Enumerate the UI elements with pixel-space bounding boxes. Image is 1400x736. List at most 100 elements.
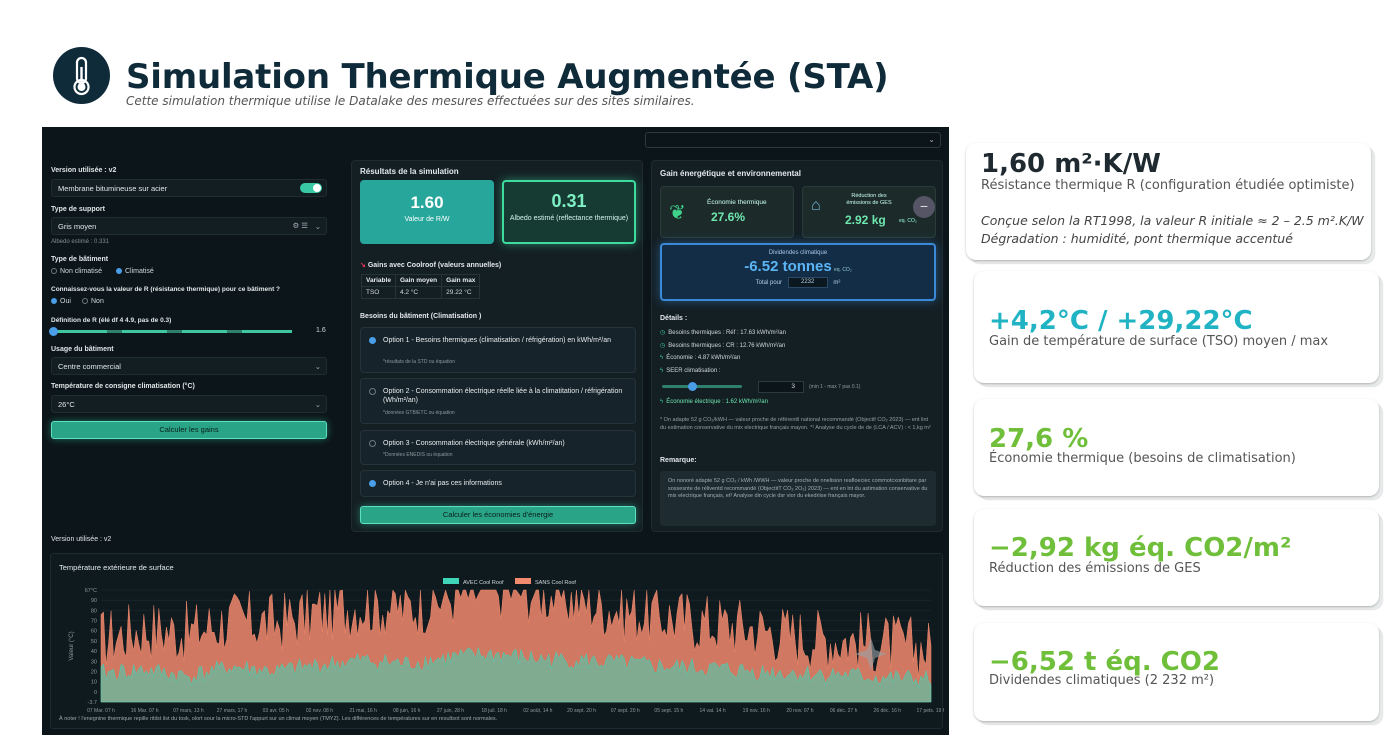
remark-box: On nonoré adapte 52 g CO₂ / kWh /WWH — v… (660, 471, 936, 526)
r-slider[interactable] (49, 327, 292, 336)
x-tick-label: 20 sept. 20 h (567, 708, 596, 714)
x-tick-label: 21 mai, 16 h (349, 708, 377, 714)
option-label: Option 3 - Consommation électrique génér… (383, 440, 565, 447)
gains-title-text: Gains avec Coolroof (valeurs annuelles) (367, 262, 502, 269)
support-select[interactable]: Gris moyen ⚙ ☰ ⌄ (51, 217, 327, 235)
sliders-icon[interactable]: ⚙ ☰ (292, 221, 308, 230)
details-title: Détails : (660, 315, 688, 322)
x-tick-label: 18 juil. 18 h (481, 708, 507, 714)
r-definition: Définition de R (élé df 4 4.9, pas de 0.… (51, 317, 172, 324)
legend-label: SANS Cool Roof (535, 580, 576, 586)
slider-segment (182, 330, 227, 333)
legend-label: AVEC Cool Roof (463, 580, 504, 586)
gains-title: ↘ Gains avec Coolroof (valeurs annuelles… (360, 261, 501, 269)
r-question: Connaissez-vous la valeur de R (résistan… (51, 286, 281, 293)
col-header: Gain max (441, 274, 481, 287)
bolt-icon: ϟ (660, 355, 664, 361)
div-value: -6.52 tonnes (744, 258, 832, 275)
option-note: *Données ENEDIS ou équation (383, 452, 453, 458)
card-desc: Gain de température de surface (TSO) moy… (989, 334, 1329, 349)
table-cell: 4.2 °C (394, 286, 443, 299)
radio-circle (51, 298, 57, 304)
slider-handle[interactable] (688, 382, 697, 391)
calculer-gains-button[interactable]: Calculer les gains (51, 421, 327, 439)
radio-circle (82, 298, 88, 304)
table-cell: 29.22 °C (441, 286, 481, 299)
ges-unit: eq. CO₂ (899, 218, 917, 224)
albedo-kpi: 0.31 Albedo estimé (reflectance thermiqu… (502, 180, 636, 244)
top-select[interactable]: ⌄ (645, 132, 941, 148)
detail-text: Besoins thermiques : CR : 12.76 kWh/m²/a… (668, 343, 786, 349)
x-tick-label: 19 nov. 16 h (743, 708, 770, 714)
chart-footnote: À noter ! l'enegnine thermique repille r… (59, 716, 498, 722)
y-tick-label: 60 (91, 629, 97, 635)
legend-swatch (515, 578, 531, 584)
seer-input[interactable]: 3 (758, 381, 804, 393)
option-label: Option 4 - Je n'ai pas ces informations (383, 480, 502, 487)
card-value: +4,2°C / +29,22°C (989, 306, 1253, 336)
gains-icon: ↘ (360, 262, 366, 269)
eco-label: Économie thermique (707, 199, 767, 206)
r-kpi-caption: Valeur de R/W (404, 216, 450, 223)
radio-circle (369, 388, 376, 395)
gain-title: Gain énergétique et environnemental (660, 169, 801, 178)
radio-non[interactable]: Non (82, 298, 104, 305)
slider-segment (242, 330, 292, 333)
calculer-economies-button[interactable]: Calculer les économies d'énergie (360, 506, 636, 524)
albedo-kpi-value: 0.31 (551, 191, 587, 211)
radio-climatise[interactable]: Climatisé (116, 268, 154, 275)
x-tick-label: 02 août, 14 h (523, 708, 552, 714)
page-title: Simulation Thermique Augmentée (STA) (126, 57, 889, 97)
y-tick-label: 30 (91, 659, 97, 665)
radio-label: Climatisé (125, 268, 154, 275)
card-desc: Réduction des émissions de GES (989, 561, 1201, 576)
y-tick-label: 67°C (85, 588, 97, 594)
chart-panel: Température extérieure de surface 67°C 90… (50, 553, 944, 729)
y-tick-label: 0 (94, 690, 97, 696)
x-tick-label: 08 juin, 16 h (393, 708, 420, 714)
factory-icon: ⌂ (811, 197, 821, 214)
x-tick-label: 16 Mar. 07 h (131, 708, 159, 714)
app-screenshot: ⌄ Version utilisée : v2 Membrane bitumin… (42, 127, 949, 735)
usage-label: Usage du bâtiment (51, 346, 114, 353)
usage-select[interactable]: Centre commercial ⌄ (51, 357, 327, 375)
membrane-value: Membrane bitumineuse sur acier (58, 184, 168, 193)
option-3[interactable]: Option 3 - Consommation électrique génér… (360, 430, 636, 465)
r-kpi-value: 1.60 (410, 193, 444, 212)
card-economie: 27,6 % Économie thermique (besoins de cl… (974, 399, 1379, 496)
total-label: Total pour (755, 280, 782, 287)
gain-panel: Gain énergétique et environnemental ❦ Éc… (651, 160, 943, 532)
option-2[interactable]: Option 2 - Consommation électrique réell… (360, 378, 636, 424)
option-4[interactable]: Option 4 - Je n'ai pas ces informations (360, 470, 636, 497)
leaf-icon: ❦ (669, 202, 686, 224)
slider-segment (52, 330, 107, 333)
radio-circle (369, 480, 376, 487)
eco-value: 27.6% (711, 210, 746, 224)
y-tick-label: -3.7 (88, 700, 97, 706)
membrane-field[interactable]: Membrane bitumineuse sur acier (51, 179, 327, 197)
slider-handle[interactable] (49, 327, 58, 336)
x-tick-label: 07 Mar. 07 h (87, 708, 115, 714)
radio-label: Oui (60, 298, 71, 305)
card-value: 1,60 m²·K/W (981, 149, 1161, 179)
temp-select[interactable]: 26°C ⌄ (51, 395, 327, 413)
radio-non-climatise[interactable]: Non climatisé (51, 268, 102, 275)
r-value: 1.6 (316, 327, 326, 334)
detail-2: ◷ Besoins thermiques : CR : 12.76 kWh/m²/… (660, 342, 785, 349)
y-tick-label: 50 (91, 639, 97, 645)
x-tick-label: 27 mars, 17 h (217, 708, 248, 714)
x-tick-label: 07 sept. 20 h (611, 708, 640, 714)
option-1[interactable]: Option 1 - Besoins thermiques (climatisa… (360, 327, 636, 373)
seer-slider[interactable] (662, 382, 742, 391)
besoins-title: Besoins du bâtiment (Climatisation ) (360, 313, 482, 320)
radio-oui[interactable]: Oui (51, 298, 71, 305)
minus-icon[interactable]: − (913, 196, 935, 218)
thermometer-icon (73, 56, 90, 96)
y-tick-label: 90 (91, 598, 97, 604)
radio-circle (369, 337, 376, 344)
chevron-down-icon: ⌄ (314, 222, 321, 231)
bolt-icon: ϟ (660, 399, 664, 405)
total-input[interactable]: 2232 (787, 277, 828, 288)
membrane-toggle[interactable] (300, 183, 322, 193)
radio-label: Non climatisé (60, 268, 103, 275)
